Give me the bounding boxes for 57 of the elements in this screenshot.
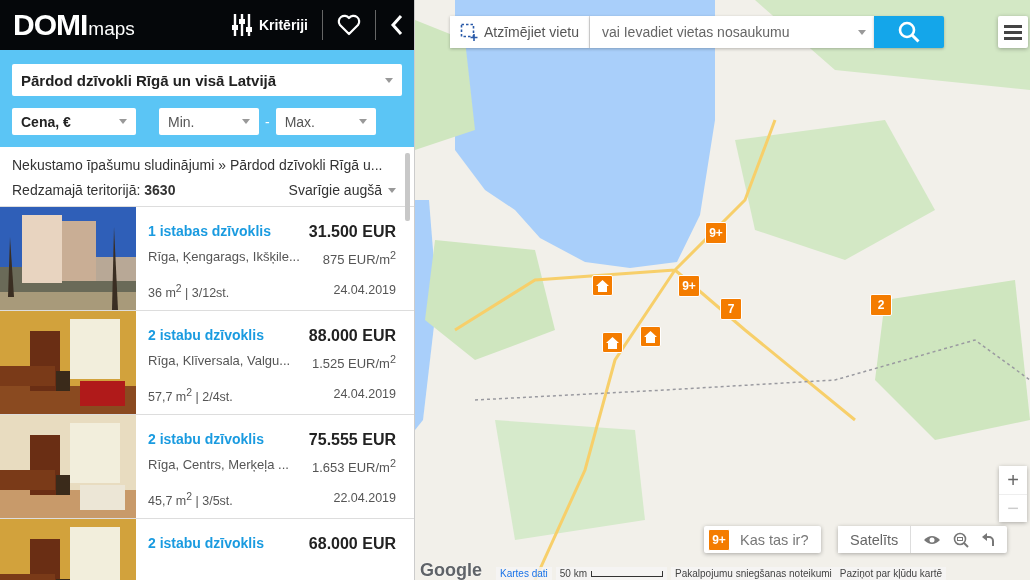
listing-price: 68.000 EUR [308, 535, 396, 553]
listing-area: 57,7 m$^{2}$ | 2/4st. [148, 387, 233, 405]
listing-card[interactable]: 2 istabu dzīvoklis 68.000 EUR [0, 519, 414, 580]
listing-location: Rīga, Ķengarags, Ikšķile... [148, 249, 300, 266]
zoom-area-icon[interactable] [953, 531, 970, 548]
menu-icon [1004, 24, 1022, 40]
listing-location: Rīga, Klīversala, Valgu... [148, 353, 291, 370]
listing-price: 88.000 EUR [308, 327, 396, 345]
house-marker[interactable] [602, 332, 623, 353]
report-link[interactable]: Paziņot par kļūdu kartē [835, 567, 947, 580]
zoom-in-button[interactable]: + [999, 466, 1027, 494]
listing-area: 36 m$^{2}$ | 3/12st. [148, 283, 230, 301]
select-area-icon [460, 23, 478, 41]
place-search-field[interactable]: vai Ievadiet vietas nosaukumu [589, 16, 874, 48]
search-icon [897, 21, 920, 43]
listing-card[interactable]: 2 istabu dzīvoklis 88.000 EUR Rīga, Klīversala, Valgu... 1.525 EUR/m$^{2}$ 57,7 m$^{2}$ | 2/4st. 24.04.2019 [0, 311, 414, 415]
listing-date: 24.04.2019 [333, 283, 396, 300]
terms-link[interactable]: Pakalpojumu sniegšanas noteikumi [671, 567, 836, 580]
scrollbar[interactable] [405, 153, 410, 221]
breadcrumb[interactable]: Nekustamo īpašumu sludinājumi » Pārdod dzīvokli Rīgā u... [12, 157, 396, 173]
criteria-button[interactable]: Kritēriji [231, 13, 308, 37]
house-marker[interactable] [592, 275, 613, 296]
deal-type-dropdown[interactable]: Pārdod dzīvokli Rīgā un visā Latvijā [12, 64, 402, 96]
caret-icon[interactable] [857, 29, 866, 35]
map-data-link[interactable]: Kartes dati [496, 567, 552, 580]
price-per-m2: 1.525 EUR/m$^{2}$ [311, 353, 396, 372]
legend-button[interactable]: 9+ Kas tas ir? [704, 526, 821, 553]
house-icon [606, 336, 619, 349]
heart-icon[interactable] [337, 14, 361, 36]
listing-card[interactable]: 1 istabas dzīvoklis 31.500 EUR Rīga, Ķengarags, Ikšķile... 875 EUR/m$^{2}$ 36 m$^{2}$ | 3/12st. 24.04.2019 [0, 207, 414, 311]
eye-icon[interactable] [923, 533, 942, 546]
satellite-button[interactable]: Satelīts [838, 526, 912, 553]
sliders-icon [231, 13, 253, 37]
max-price-dropdown[interactable]: Max. [275, 108, 376, 135]
house-icon [644, 330, 657, 343]
listing-price: 75.555 EUR [308, 431, 396, 449]
google-logo: Google [420, 560, 482, 580]
draw-area-button[interactable]: Atzīmējiet vietu [450, 16, 590, 48]
price-dropdown[interactable]: Cena, € [12, 108, 136, 135]
price-per-m2: 1.653 EUR/m$^{2}$ [311, 457, 396, 476]
range-separator: - [265, 113, 270, 130]
sort-dropdown[interactable]: Svarīgie augšā [288, 182, 396, 198]
listing-date: 24.04.2019 [333, 387, 396, 404]
listing-price: 31.500 EUR [308, 223, 396, 241]
search-button[interactable] [873, 16, 944, 48]
undo-icon[interactable] [981, 532, 996, 547]
menu-button[interactable] [998, 16, 1028, 48]
visible-count: Redzamajā teritorijā: 3630 [12, 182, 176, 198]
listing-area: 45,7 m$^{2}$ | 3/5st. [148, 491, 233, 509]
listing-date: 22.04.2019 [333, 491, 396, 508]
house-icon [596, 279, 609, 292]
house-marker[interactable] [640, 326, 661, 347]
price-per-m2: 875 EUR/m$^{2}$ [322, 249, 396, 268]
min-price-dropdown[interactable]: Min. [159, 108, 259, 135]
listing-location: Rīga, Centrs, Merķeļa ... [148, 457, 289, 474]
scale-bar: 50 km [555, 567, 668, 580]
logo[interactable]: DOMImaps [13, 8, 135, 42]
